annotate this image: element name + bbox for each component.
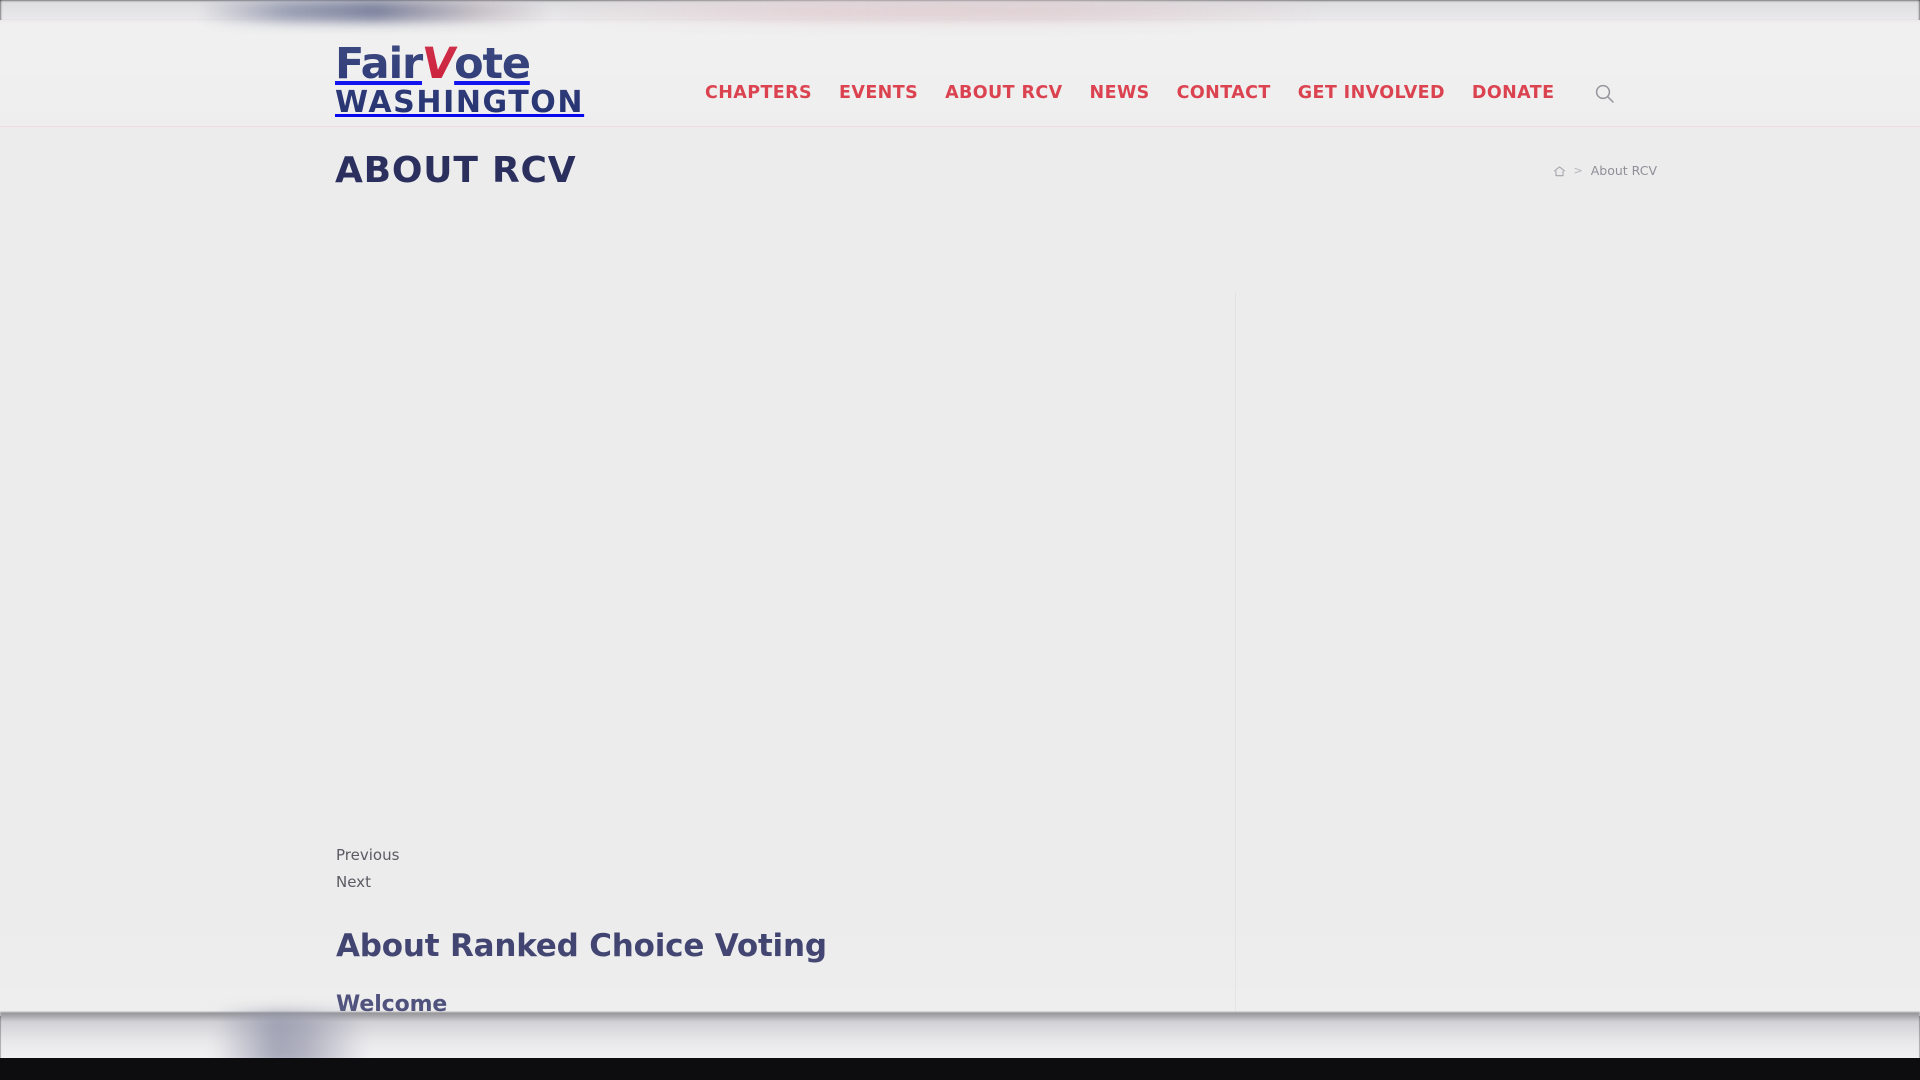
column-divider (1235, 292, 1236, 1016)
nav-item-about-rcv[interactable]: ABOUT RCV (945, 83, 1062, 103)
page-title: ABOUT RCV (335, 150, 577, 191)
nav-item-chapters[interactable]: CHAPTERS (705, 83, 812, 103)
slider-previous-link[interactable]: Previous (336, 842, 399, 869)
breadcrumb: > About RCV (1553, 163, 1657, 179)
nav-item-events[interactable]: EVENTS (839, 83, 918, 103)
search-icon[interactable] (1593, 82, 1615, 104)
site-header: FairVote WASHINGTON CHAPTERS EVENTS ABOU… (0, 20, 1920, 127)
logo-wordmark: FairVote (335, 39, 584, 89)
logo-check-v: V (418, 39, 458, 89)
video-letterbox-bar (0, 1058, 1920, 1080)
slider-navigation: Previous Next (336, 842, 399, 896)
article-body: About Ranked Choice Voting Welcome We ar… (336, 927, 1196, 1016)
video-top-blur-blob (200, 0, 550, 22)
nav-item-contact[interactable]: CONTACT (1177, 83, 1271, 103)
logo-state: WASHINGTON (335, 85, 585, 120)
video-screen: FairVote WASHINGTON CHAPTERS EVENTS ABOU… (0, 0, 1920, 1080)
browser-page: FairVote WASHINGTON CHAPTERS EVENTS ABOU… (0, 20, 1920, 1016)
article-heading: About Ranked Choice Voting (336, 928, 827, 964)
nav-item-get-involved[interactable]: GET INVOLVED (1298, 83, 1445, 103)
nav-item-donate[interactable]: DONATE (1472, 83, 1555, 103)
breadcrumb-current: About RCV (1590, 163, 1657, 178)
slider-next-link[interactable]: Next (336, 869, 399, 896)
page-title-band: ABOUT RCV > About RCV (0, 127, 1920, 237)
logo-text-fair: Fair (335, 39, 423, 89)
hero-slider-region (335, 237, 1195, 567)
site-logo[interactable]: FairVote WASHINGTON (335, 39, 585, 120)
logo-text-ote: ote (454, 39, 531, 89)
nav-item-news[interactable]: NEWS (1090, 83, 1150, 103)
home-icon[interactable] (1553, 165, 1566, 178)
main-navigation: CHAPTERS EVENTS ABOUT RCV NEWS CONTACT G… (705, 82, 1615, 104)
breadcrumb-separator: > (1573, 164, 1583, 177)
content-area: Previous Next About Ranked Choice Voting… (0, 237, 1920, 1016)
video-top-blur-blob-2 (560, 0, 1320, 22)
